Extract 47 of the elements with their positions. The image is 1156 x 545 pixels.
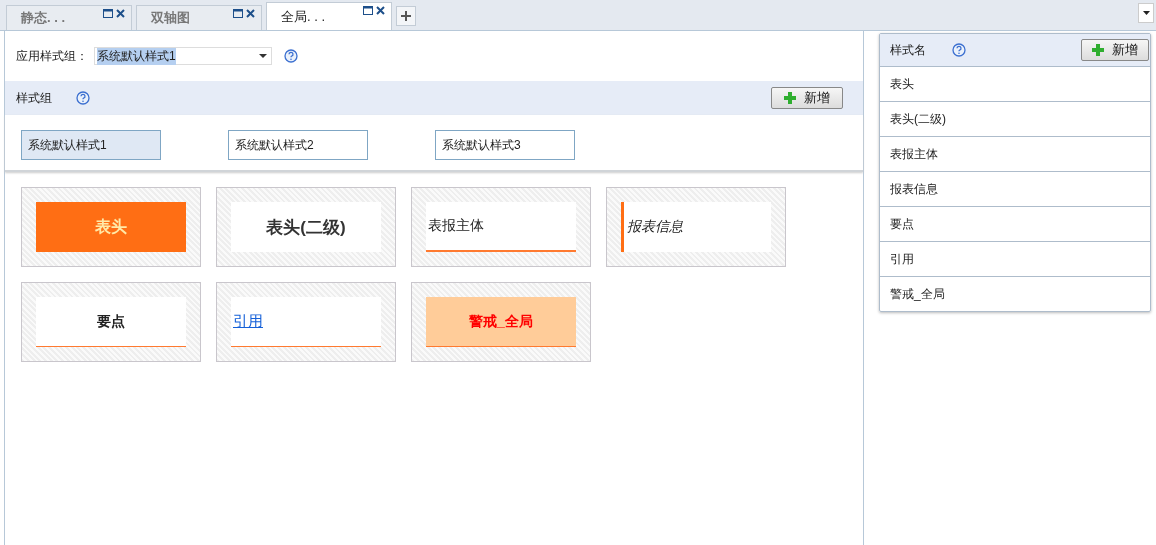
restore-icon[interactable] xyxy=(363,6,373,15)
section-title: 样式组 xyxy=(16,89,53,107)
tab[interactable]: 全局. . . xyxy=(266,2,392,30)
style-name-item[interactable]: 表头(二级) xyxy=(880,102,1150,137)
style-name-item[interactable]: 要点 xyxy=(880,207,1150,242)
style-name-item[interactable]: 表报主体 xyxy=(880,137,1150,172)
style-group-item[interactable]: 系统默认样式1 xyxy=(21,130,161,160)
help-icon[interactable] xyxy=(76,91,90,105)
caret-icon xyxy=(1142,11,1150,15)
restore-icon[interactable] xyxy=(103,9,113,18)
close-icon[interactable] xyxy=(376,6,385,15)
tab[interactable]: 双轴图 xyxy=(136,5,262,30)
plus-icon xyxy=(1092,44,1104,56)
style-preview-card[interactable]: 引用 xyxy=(216,282,396,362)
preview-sample: 要点 xyxy=(36,297,186,347)
preview-sample: 表报主体 xyxy=(426,202,576,252)
preview-sample: 警戒_全局 xyxy=(426,297,576,347)
help-icon[interactable] xyxy=(284,49,298,63)
style-preview-card[interactable]: 表头(二级) xyxy=(216,187,396,267)
tab[interactable]: 静态. . . xyxy=(6,5,132,30)
style-name-item[interactable]: 警戒_全局 xyxy=(880,277,1150,311)
panel-title: 样式名 xyxy=(890,41,927,59)
add-button[interactable]: 新增 xyxy=(1081,39,1149,61)
plus-icon xyxy=(401,11,411,21)
style-preview-card[interactable]: 要点 xyxy=(21,282,201,362)
style-group-item[interactable]: 系统默认样式3 xyxy=(435,130,575,160)
style-preview-card[interactable]: 表报主体 xyxy=(411,187,591,267)
style-name-item[interactable]: 表头 xyxy=(880,67,1150,102)
preview-sample: 表头 xyxy=(36,202,186,252)
help-icon[interactable] xyxy=(952,43,966,57)
style-preview-card[interactable]: 报表信息 xyxy=(606,187,786,267)
tab-menu-button[interactable] xyxy=(1138,3,1154,23)
preview-sample: 表头(二级) xyxy=(231,202,381,252)
add-tab-button[interactable] xyxy=(396,6,416,26)
close-icon[interactable] xyxy=(246,9,255,18)
field-label: 应用样式组： xyxy=(16,47,88,65)
add-button[interactable]: 新增 xyxy=(771,87,843,109)
style-group-item[interactable]: 系统默认样式2 xyxy=(228,130,368,160)
style-name-item[interactable]: 报表信息 xyxy=(880,172,1150,207)
style-group-dropdown[interactable]: 系统默认样式1 xyxy=(94,47,272,65)
close-icon[interactable] xyxy=(116,9,125,18)
style-name-item[interactable]: 引用 xyxy=(880,242,1150,277)
preview-link[interactable]: 引用 xyxy=(233,312,263,331)
preview-sample: 报表信息 xyxy=(621,202,771,252)
caret-icon xyxy=(259,54,267,58)
plus-icon xyxy=(784,92,796,104)
restore-icon[interactable] xyxy=(233,9,243,18)
